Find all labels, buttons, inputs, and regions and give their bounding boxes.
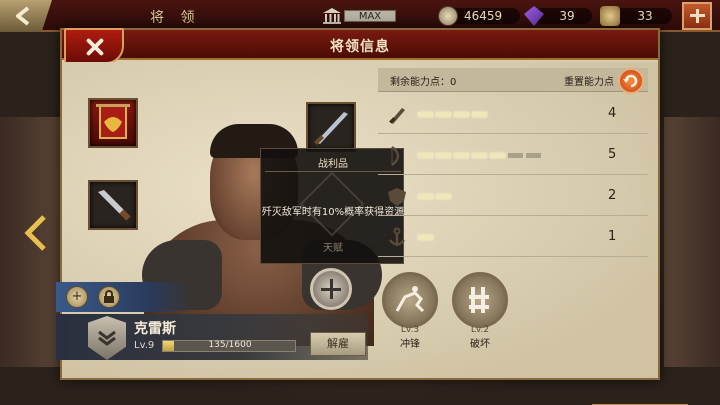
stat-pip xyxy=(436,153,451,158)
general-info-panel: 将领信息 战利品 歼灭敌军时有10%概率获得资源 天赋 剩余能力点：0 重置能力… xyxy=(56,28,660,380)
stat-pip xyxy=(436,112,451,117)
stat-pip xyxy=(454,112,469,117)
stat-pip xyxy=(472,112,487,117)
action-strip: + xyxy=(56,282,192,312)
skill-destroy[interactable]: Lv.2 破坏 xyxy=(450,272,510,352)
stat-pip-bar xyxy=(418,194,451,199)
gem-amount: 39 xyxy=(534,8,592,24)
close-button[interactable] xyxy=(64,28,124,64)
panel-title: 将领信息 xyxy=(330,39,390,55)
coin-icon xyxy=(438,6,458,26)
stat-value: 4 xyxy=(608,106,617,121)
next-general-preview xyxy=(664,117,720,367)
skill-charge[interactable]: Lv.3 冲锋 xyxy=(380,272,440,352)
castle-level-indicator: MAX xyxy=(322,7,398,25)
knife-icon xyxy=(98,190,131,221)
stat-pip xyxy=(418,235,433,240)
coin-amount: 46459 xyxy=(448,8,520,24)
weapon-slot-knife[interactable] xyxy=(88,180,138,230)
wheat-icon xyxy=(600,6,620,26)
sword-icon xyxy=(389,108,405,124)
back-arrow-icon xyxy=(16,6,30,26)
lock-icon[interactable] xyxy=(98,286,120,308)
stat-row: 4 xyxy=(378,96,648,134)
skill-name: 破坏 xyxy=(470,339,490,350)
stat-pip xyxy=(508,153,523,158)
stat-pip-bar xyxy=(418,112,487,117)
hero-name: 克雷斯 xyxy=(134,321,176,337)
stat-pip xyxy=(418,112,433,117)
sword-icon xyxy=(314,112,348,145)
add-talent-button[interactable] xyxy=(310,268,352,310)
stat-pip-bar xyxy=(418,235,433,240)
refresh-icon xyxy=(623,74,638,88)
stat-row: 5 xyxy=(378,137,648,175)
coin-counter: 46459 xyxy=(438,6,520,26)
anchor-icon xyxy=(389,227,405,246)
stat-value: 1 xyxy=(608,229,617,244)
ability-points-header: 剩余能力点：0 重置能力点 xyxy=(378,68,648,92)
chevron-rank-icon xyxy=(98,330,116,346)
previous-general-arrow-icon[interactable] xyxy=(22,215,48,251)
stat-pip-bar xyxy=(418,153,541,158)
dismiss-button[interactable]: 解雇 xyxy=(310,332,366,356)
xp-text: 135/1600 xyxy=(208,340,252,350)
ram-siege-icon xyxy=(452,272,508,328)
stat-row: 1 xyxy=(378,219,648,257)
level-max-label: MAX xyxy=(344,10,396,22)
lion-banner-icon xyxy=(96,104,130,139)
banner-slot[interactable] xyxy=(88,98,138,148)
food-counter: 33 xyxy=(600,6,672,26)
cavalry-charge-icon xyxy=(382,272,438,328)
reset-points-label: 重置能力点 xyxy=(564,77,614,88)
stat-row: 2 xyxy=(378,178,648,216)
weapon-slot-sword[interactable] xyxy=(306,102,356,152)
panel-header: 将领信息 xyxy=(62,30,658,60)
stat-pip xyxy=(418,194,433,199)
stat-pip xyxy=(436,194,451,199)
reset-points-button[interactable] xyxy=(618,68,644,94)
screen-title: 将 领 xyxy=(150,10,201,26)
stat-pip xyxy=(418,153,433,158)
hero-level: Lv.9 xyxy=(134,340,155,351)
stat-pip xyxy=(526,153,541,158)
back-button[interactable] xyxy=(0,0,52,32)
remaining-points-label: 剩余能力点：0 xyxy=(390,77,457,88)
skill-level: Lv.3 xyxy=(400,325,420,335)
stat-value: 5 xyxy=(608,147,617,162)
stat-value: 2 xyxy=(608,188,617,203)
add-resource-button[interactable] xyxy=(682,2,712,30)
shield-icon xyxy=(388,188,406,206)
xp-progress-bar: 135/1600 xyxy=(162,340,296,352)
stat-pip xyxy=(472,153,487,158)
gem-counter: 39 xyxy=(524,6,592,26)
plus-circle-icon[interactable]: + xyxy=(66,286,88,308)
stat-pip xyxy=(490,153,505,158)
skill-level: Lv.2 xyxy=(470,325,490,335)
bow-icon xyxy=(391,146,400,166)
temple-icon xyxy=(323,8,341,24)
skill-name: 冲锋 xyxy=(400,339,420,350)
stat-pip xyxy=(454,153,469,158)
